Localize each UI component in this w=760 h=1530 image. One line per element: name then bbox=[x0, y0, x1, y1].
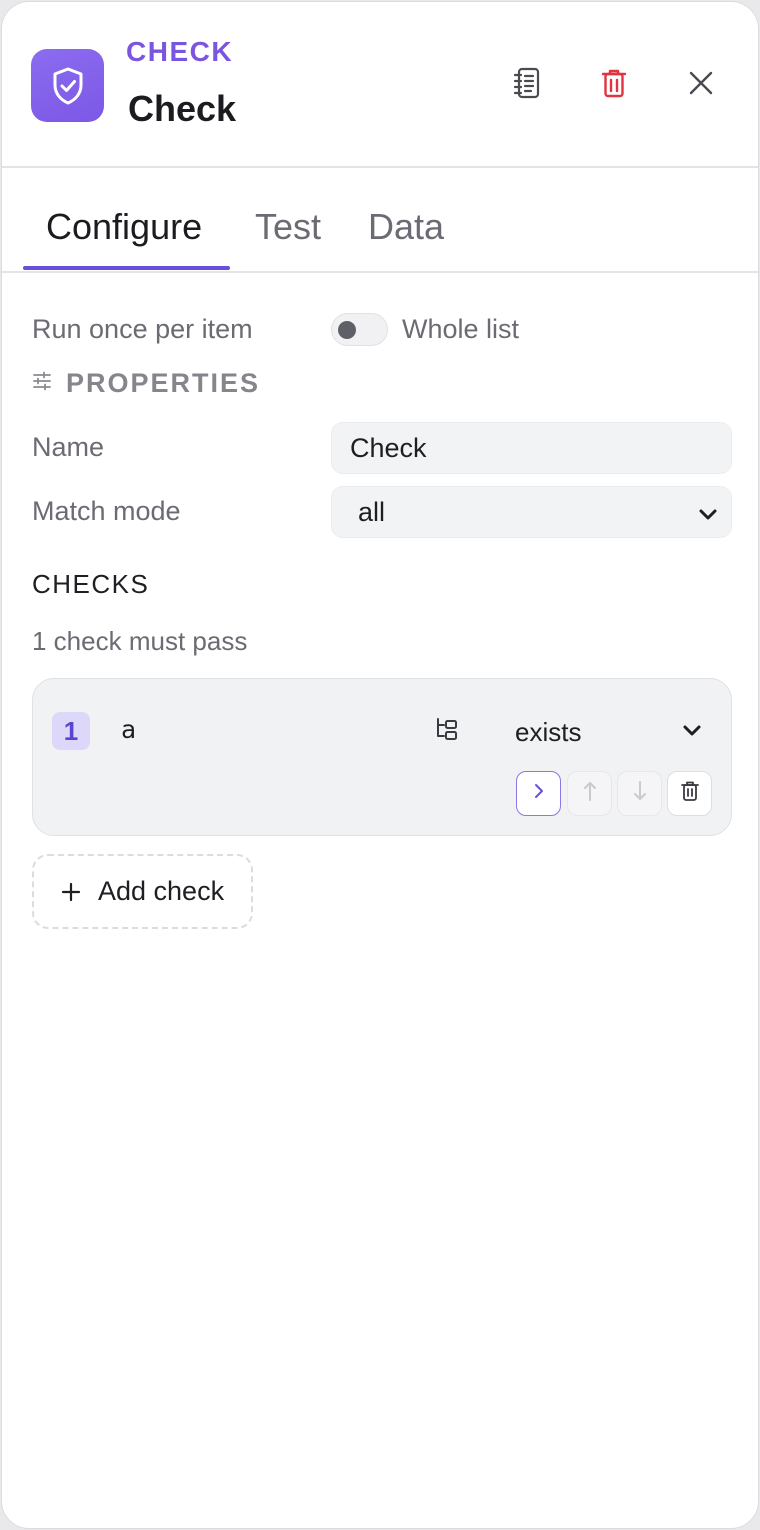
checks-summary: 1 check must pass bbox=[32, 626, 248, 656]
tree-structure-icon bbox=[434, 716, 460, 747]
name-input[interactable]: Check bbox=[331, 422, 732, 474]
add-check-button[interactable]: Add check bbox=[32, 854, 253, 929]
chevron-right-icon bbox=[531, 782, 547, 805]
tab-configure[interactable]: Configure bbox=[46, 206, 202, 248]
check-index-badge: 1 bbox=[52, 712, 90, 750]
match-mode-label: Match mode bbox=[32, 496, 181, 526]
trash-icon bbox=[600, 67, 628, 104]
arrow-down-icon bbox=[632, 780, 648, 807]
delete-node-button[interactable] bbox=[589, 60, 639, 110]
field-picker-button[interactable] bbox=[429, 713, 465, 749]
plus-icon bbox=[60, 881, 82, 903]
check-field-name[interactable]: a bbox=[121, 715, 136, 744]
name-label: Name bbox=[32, 432, 105, 462]
chevron-down-icon[interactable] bbox=[681, 719, 703, 746]
arrow-up-icon bbox=[582, 780, 598, 807]
match-mode-value: all bbox=[358, 496, 386, 527]
node-title: Check bbox=[128, 88, 237, 129]
properties-title: PROPERTIES bbox=[66, 368, 261, 398]
properties-section-header: PROPERTIES bbox=[32, 368, 260, 399]
close-button[interactable] bbox=[676, 60, 726, 110]
node-config-panel: CHECK Check Configure Test Data Run once… bbox=[1, 1, 759, 1529]
notebook-icon bbox=[512, 66, 542, 105]
active-tab-indicator bbox=[23, 266, 230, 270]
node-kind-label: CHECK bbox=[126, 36, 234, 67]
sliders-icon bbox=[32, 371, 52, 396]
add-check-label: Add check bbox=[98, 876, 225, 906]
trash-icon bbox=[680, 780, 700, 807]
delete-check-button[interactable] bbox=[667, 771, 712, 816]
checks-section-title: CHECKS bbox=[32, 569, 150, 599]
docs-button[interactable] bbox=[502, 60, 552, 110]
shield-check-icon bbox=[31, 49, 104, 122]
tab-bar: Configure Test Data bbox=[2, 170, 758, 273]
name-value: Check bbox=[350, 432, 427, 463]
tab-test[interactable]: Test bbox=[255, 206, 321, 248]
close-icon bbox=[688, 70, 714, 101]
tab-data[interactable]: Data bbox=[368, 206, 444, 248]
move-down-button[interactable] bbox=[617, 771, 662, 816]
chevron-down-icon bbox=[697, 501, 719, 532]
expand-check-button[interactable] bbox=[516, 771, 561, 816]
whole-list-toggle[interactable] bbox=[331, 313, 388, 346]
toggle-knob bbox=[338, 321, 356, 339]
match-mode-select[interactable]: all bbox=[331, 486, 732, 538]
whole-list-label: Whole list bbox=[402, 314, 520, 344]
move-up-button[interactable] bbox=[567, 771, 612, 816]
run-mode-label: Run once per item bbox=[32, 314, 253, 344]
panel-header: CHECK Check bbox=[2, 2, 758, 168]
check-item: 1 a exists bbox=[32, 678, 732, 836]
operator-select[interactable]: exists bbox=[515, 717, 581, 748]
